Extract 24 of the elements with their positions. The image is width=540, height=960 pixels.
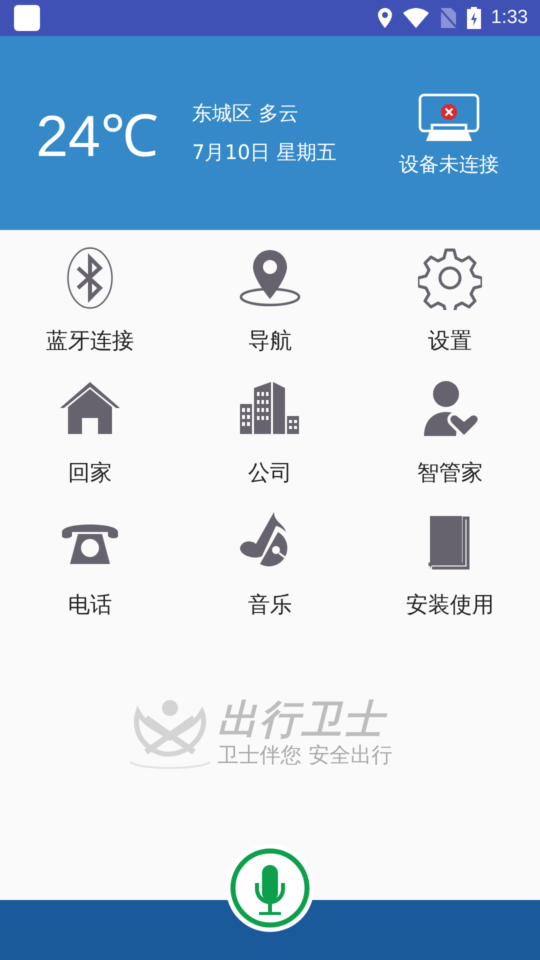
menu-item[interactable]: 电话 — [0, 510, 180, 620]
menu-item[interactable]: 音乐 — [180, 510, 360, 620]
settings-icon — [418, 246, 482, 310]
brand-name: 出行卫士 — [218, 699, 386, 741]
menu-item[interactable]: 设置 — [360, 246, 540, 356]
brand-slogan: 卫士伴您 安全出行 — [218, 742, 392, 769]
menu-item[interactable]: 智管家 — [360, 378, 540, 488]
menu-item[interactable]: 导航 — [180, 246, 360, 356]
temperature: 24℃ — [36, 102, 160, 170]
menu-item[interactable]: 回家 — [0, 378, 180, 488]
no-sim-icon — [439, 8, 458, 28]
notification-icon — [14, 5, 40, 31]
location-icon — [377, 8, 394, 28]
device-status-button[interactable]: 设备未连接 — [384, 88, 514, 178]
wifi-icon — [403, 8, 430, 28]
clock-time: 1:33 — [491, 7, 528, 29]
date-text: 7月10日 星期五 — [192, 139, 337, 166]
logo-icon — [128, 698, 212, 770]
battery-icon — [467, 7, 482, 29]
menu-item[interactable]: 蓝牙连接 — [0, 246, 180, 356]
microphone-icon — [230, 848, 310, 928]
menu-item[interactable]: 安装使用 — [360, 510, 540, 620]
menu-item[interactable]: 公司 — [180, 378, 360, 488]
location-weather: 东城区 多云 — [192, 100, 300, 127]
